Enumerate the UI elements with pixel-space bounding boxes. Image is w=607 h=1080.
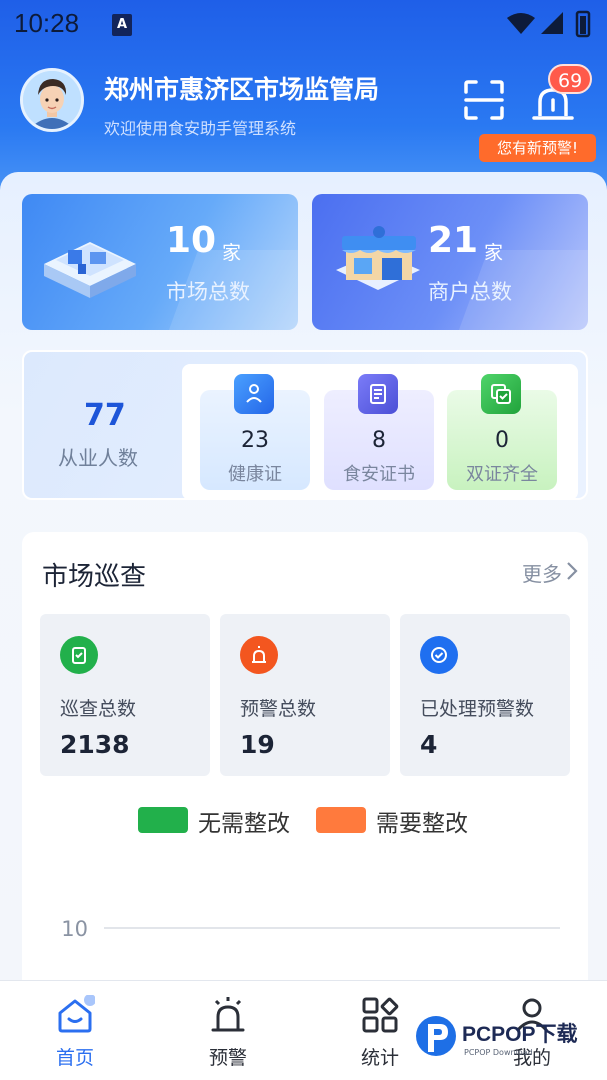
legend-label: 需要整改 [376, 811, 468, 837]
more-link[interactable]: 更多 [522, 558, 562, 587]
y-tick-label: 10 [61, 917, 88, 941]
dual-cert-value: 0 [495, 428, 509, 453]
status-icons [505, 10, 593, 47]
chevron-right-icon[interactable] [564, 560, 580, 582]
market-count-value: 10 [166, 220, 217, 261]
clipboard-icon [60, 636, 98, 674]
header: 郑州市惠济区市场监管局 欢迎使用食安助手管理系统 69 您有新预警! [0, 60, 607, 170]
section-title: 市场巡查 [42, 562, 147, 592]
tab-alerts[interactable]: 预警 [178, 981, 278, 1080]
food-safety-cert-value: 8 [372, 428, 386, 453]
stat-label: 已处理预警数 [420, 698, 535, 720]
market-count-unit: 家 [222, 242, 242, 264]
handled-alert-card[interactable]: 已处理预警数 4 [400, 614, 570, 776]
double-check-icon [481, 374, 521, 414]
watermark-logo-icon [416, 1016, 456, 1056]
tab-home[interactable]: 首页 [25, 981, 125, 1080]
stat-label: 巡查总数 [60, 698, 137, 720]
wifi-signal-battery-icon [507, 10, 591, 38]
scan-icon [464, 80, 504, 120]
health-cert-icon [234, 374, 274, 414]
alarm-icon [240, 636, 278, 674]
staff-count-value: 77 [84, 398, 126, 433]
inspection-chart: 108 [61, 917, 560, 992]
staff-count-label: 从业人数 [58, 446, 138, 470]
new-alert-tip[interactable]: 您有新预警! [479, 134, 596, 162]
org-name: 郑州市惠济区市场监管局 [104, 75, 380, 104]
tab-label: 首页 [55, 1047, 94, 1069]
grid-icon [362, 997, 399, 1033]
market-count-card[interactable]: 10 家 市场总数 [22, 194, 298, 330]
merchant-count-value: 21 [428, 220, 479, 261]
legend-swatch [316, 807, 366, 833]
legend-swatch [138, 807, 188, 833]
merchant-count-unit: 家 [484, 242, 504, 264]
stat-label: 预警总数 [240, 698, 317, 720]
health-cert-value: 23 [241, 428, 269, 453]
food-safety-cert-label: 食安证书 [343, 464, 415, 485]
alert-count-badge: 69 [548, 64, 593, 94]
merchant-count-label: 商户总数 [428, 280, 512, 304]
legend-label: 无需整改 [198, 811, 290, 837]
dual-cert-item[interactable]: 0 双证齐全 [447, 374, 557, 490]
stat-value: 4 [420, 730, 438, 759]
status-bar: 10:28 A [0, 0, 607, 50]
welcome-text: 欢迎使用食安助手管理系统 [104, 119, 297, 138]
tab-label: 预警 [208, 1047, 247, 1069]
stat-value: 2138 [60, 730, 130, 759]
alert-total-card[interactable]: 预警总数 19 [220, 614, 390, 776]
chart-legend: 无需整改 需要整改 [22, 802, 588, 837]
watermark-text: PCPOP下载 [462, 1023, 578, 1046]
scan-button[interactable] [462, 78, 506, 122]
stat-value: 19 [240, 730, 275, 759]
notification-icon: A [112, 14, 132, 36]
certificate-icon [358, 374, 398, 414]
market-building-icon [44, 242, 136, 298]
avatar[interactable] [20, 68, 84, 132]
legend-item-need-rectify[interactable]: 需要整改 [316, 802, 486, 837]
health-cert-item[interactable]: 23 健康证 [200, 374, 310, 490]
verified-badge-icon [420, 636, 458, 674]
staff-card[interactable]: 77 从业人数 23 健康证 8 食安证书 0 双证齐全 [22, 350, 588, 500]
food-safety-cert-item[interactable]: 8 食安证书 [324, 374, 434, 490]
market-count-label: 市场总数 [166, 280, 250, 304]
shop-icon [336, 226, 420, 290]
alarm-icon [211, 997, 245, 1032]
legend-item-no-rectify[interactable]: 无需整改 [138, 802, 308, 837]
home-icon [58, 995, 95, 1033]
dual-cert-label: 双证齐全 [466, 464, 538, 485]
inspection-total-card[interactable]: 巡查总数 2138 [40, 614, 210, 776]
status-time: 10:28 [14, 8, 80, 38]
watermark: PCPOP下载 PCPOP Download [414, 1012, 604, 1072]
certificate-group: 23 健康证 8 食安证书 0 双证齐全 [182, 364, 578, 500]
watermark-subtext: PCPOP Download [464, 1048, 533, 1057]
main-panel: 10 家 市场总数 21 家 商户总数 77 从业人数 23 健康证 8 食安证… [0, 172, 607, 992]
health-cert-label: 健康证 [228, 464, 282, 485]
market-inspection-section: 市场巡查 更多 巡查总数 2138 预警总数 19 已处理预警数 4 无需整改 … [22, 532, 588, 992]
merchant-count-card[interactable]: 21 家 商户总数 [312, 194, 588, 330]
